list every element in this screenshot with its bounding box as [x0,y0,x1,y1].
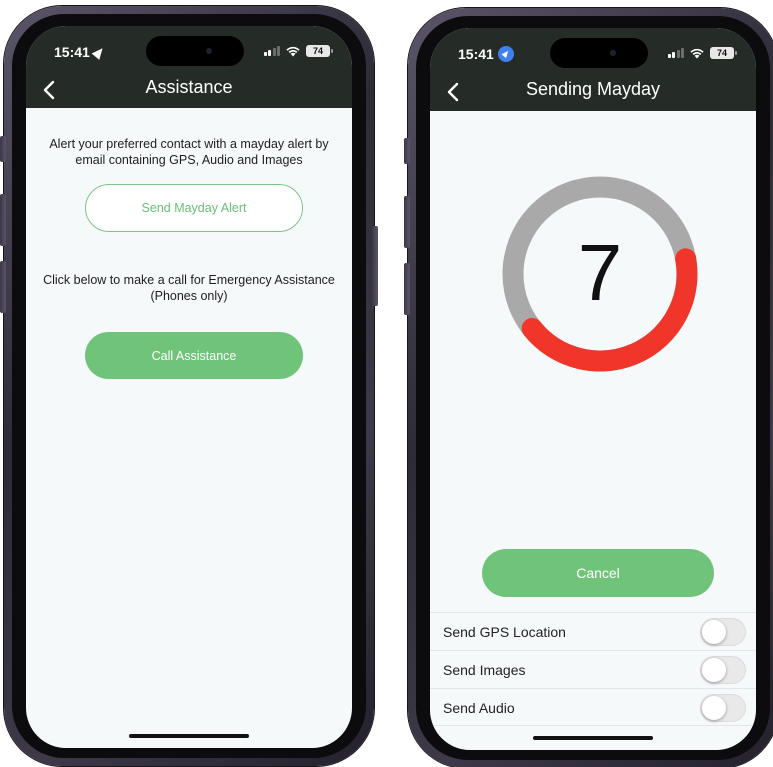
status-icons: 74 [263,45,333,57]
signal-icon [263,46,280,56]
power-button [372,226,378,306]
header-bar: 15:41 74 Sending Mayday [430,28,756,111]
status-time: 15:41 [458,46,514,62]
cancel-button[interactable]: Cancel [482,549,714,597]
assistance-screen: 15:41 74 Assistance Alert your preferred… [26,26,352,748]
toggle-knob [702,696,726,720]
volume-down-button [0,261,6,313]
left-phone: 15:41 74 Assistance Alert your preferred… [0,6,378,766]
call-description: Click below to make a call for Emergency… [43,273,335,303]
nav-row: Assistance [26,74,352,108]
home-indicator[interactable] [533,736,653,740]
images-toggle[interactable] [700,656,746,684]
status-bar: 15:41 74 [430,28,756,80]
toggle-knob [702,658,726,682]
option-label: Send Audio [443,700,515,716]
sending-mayday-screen: 15:41 74 Sending Mayday 7 Cancel Send GP… [430,28,756,750]
action-button [0,136,6,162]
countdown-ring: 7 [502,176,698,372]
status-bar: 15:41 74 [26,26,352,78]
time-text: 15:41 [54,44,90,60]
send-options-list: Send GPS Location Send Images Send Audio [430,612,756,726]
dynamic-island [550,38,648,68]
option-row-audio: Send Audio [430,688,756,726]
header-bar: 15:41 74 Assistance [26,26,352,108]
nav-row: Sending Mayday [430,76,756,110]
volume-up-button [404,196,410,248]
action-button [404,138,410,164]
mayday-description: Alert your preferred contact with a mayd… [49,137,329,167]
wifi-icon [690,48,704,59]
volume-down-button [404,263,410,315]
location-arrow-icon [91,44,107,60]
wifi-icon [286,46,300,57]
dynamic-island [146,36,244,66]
page-title: Sending Mayday [525,79,661,99]
audio-toggle[interactable] [700,694,746,722]
status-time: 15:41 [54,44,107,60]
signal-icon [667,48,684,58]
gps-location-toggle[interactable] [700,618,746,646]
battery-icon: 74 [710,47,737,59]
page-title: Assistance [145,77,233,97]
option-label: Send GPS Location [443,624,566,640]
status-icons: 74 [667,47,737,59]
option-row-images: Send Images [430,650,756,688]
time-text: 15:41 [458,46,494,62]
battery-icon: 74 [306,45,333,57]
option-label: Send Images [443,662,526,678]
right-phone: 15:41 74 Sending Mayday 7 Cancel Send GP… [404,8,773,767]
toggle-knob [702,620,726,644]
countdown-number: 7 [577,228,623,317]
option-row-gps: Send GPS Location [430,612,756,650]
location-arrow-icon [497,46,514,62]
home-indicator[interactable] [129,734,249,738]
call-assistance-button[interactable]: Call Assistance [85,332,303,379]
send-mayday-alert-button[interactable]: Send Mayday Alert [85,184,303,232]
volume-up-button [0,194,6,246]
